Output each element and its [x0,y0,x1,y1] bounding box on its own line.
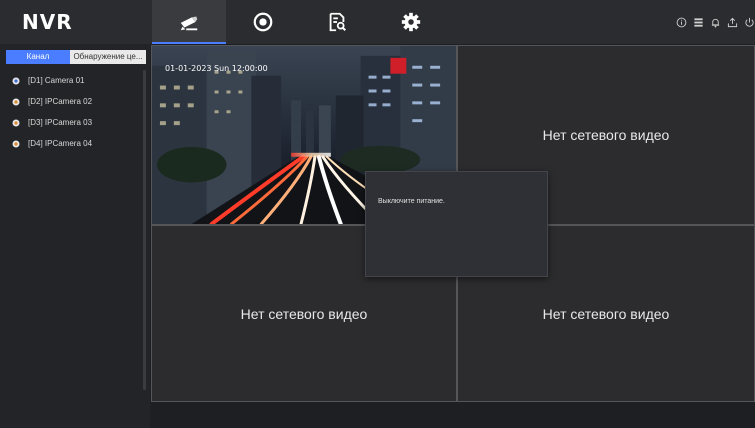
dialog-message: Выключите питание. [378,198,445,205]
camera-label: [D4] IPCamera 04 [28,139,93,148]
camera-icon [180,16,198,31]
playback-icon [253,12,273,32]
camera-status-icon [12,119,20,127]
file-search-icon [329,12,346,32]
top-right-toolbar [676,14,755,30]
camera-label: [D2] IPCamera 02 [28,97,93,106]
tab-settings[interactable] [374,0,448,44]
alarm-button[interactable] [710,14,721,30]
channel-sidebar: Канал Обнаружение це... [D1] Camera 01 [… [0,44,150,428]
power-button[interactable] [744,14,755,30]
export-button[interactable] [727,14,738,30]
tab-detection[interactable]: Обнаружение це... [70,50,146,64]
camera-label: [D3] IPCamera 03 [28,118,93,127]
sidebar-scrollbar[interactable] [143,70,146,390]
info-button[interactable] [676,14,687,30]
camera-item-d4[interactable]: [D4] IPCamera 04 [0,133,142,154]
export-icon [727,17,738,27]
camera-list: [D1] Camera 01 [D2] IPCamera 02 [D3] IPC… [0,70,142,154]
top-bar: NVR [0,0,755,44]
tab-channel[interactable]: Канал [6,50,70,64]
nvr-app: NVR Канал Обнаружение це... [D1] Camera … [0,0,755,428]
monitor-icon [694,17,703,27]
no-video-label: Нет сетевого видео [542,305,670,322]
camera-item-d3[interactable]: [D3] IPCamera 03 [0,112,142,133]
power-off-dialog: Выключите питание. [365,171,548,277]
camera-status-icon [12,98,20,106]
camera-item-d2[interactable]: [D2] IPCamera 02 [0,91,142,112]
camera-item-d1[interactable]: [D1] Camera 01 [0,70,142,91]
tab-file-search[interactable] [300,0,374,44]
app-logo: NVR [22,10,73,34]
monitor-button[interactable] [693,14,704,30]
sidebar-tabs: Канал Обнаружение це... [6,50,146,64]
camera-status-icon [12,77,20,85]
tab-live-view[interactable] [152,0,226,44]
no-video-label: Нет сетевого видео [542,127,670,143]
no-video-label: Нет сетевого видео [240,305,368,322]
info-icon [676,17,687,27]
gear-icon [401,12,421,32]
camera-status-icon [12,140,20,148]
video-timestamp: 01-01-2023 Sun 12:00:00 [165,64,268,73]
tab-playback[interactable] [226,0,300,44]
bell-icon [711,18,720,27]
power-icon [745,17,754,27]
camera-label: [D1] Camera 01 [28,76,85,85]
